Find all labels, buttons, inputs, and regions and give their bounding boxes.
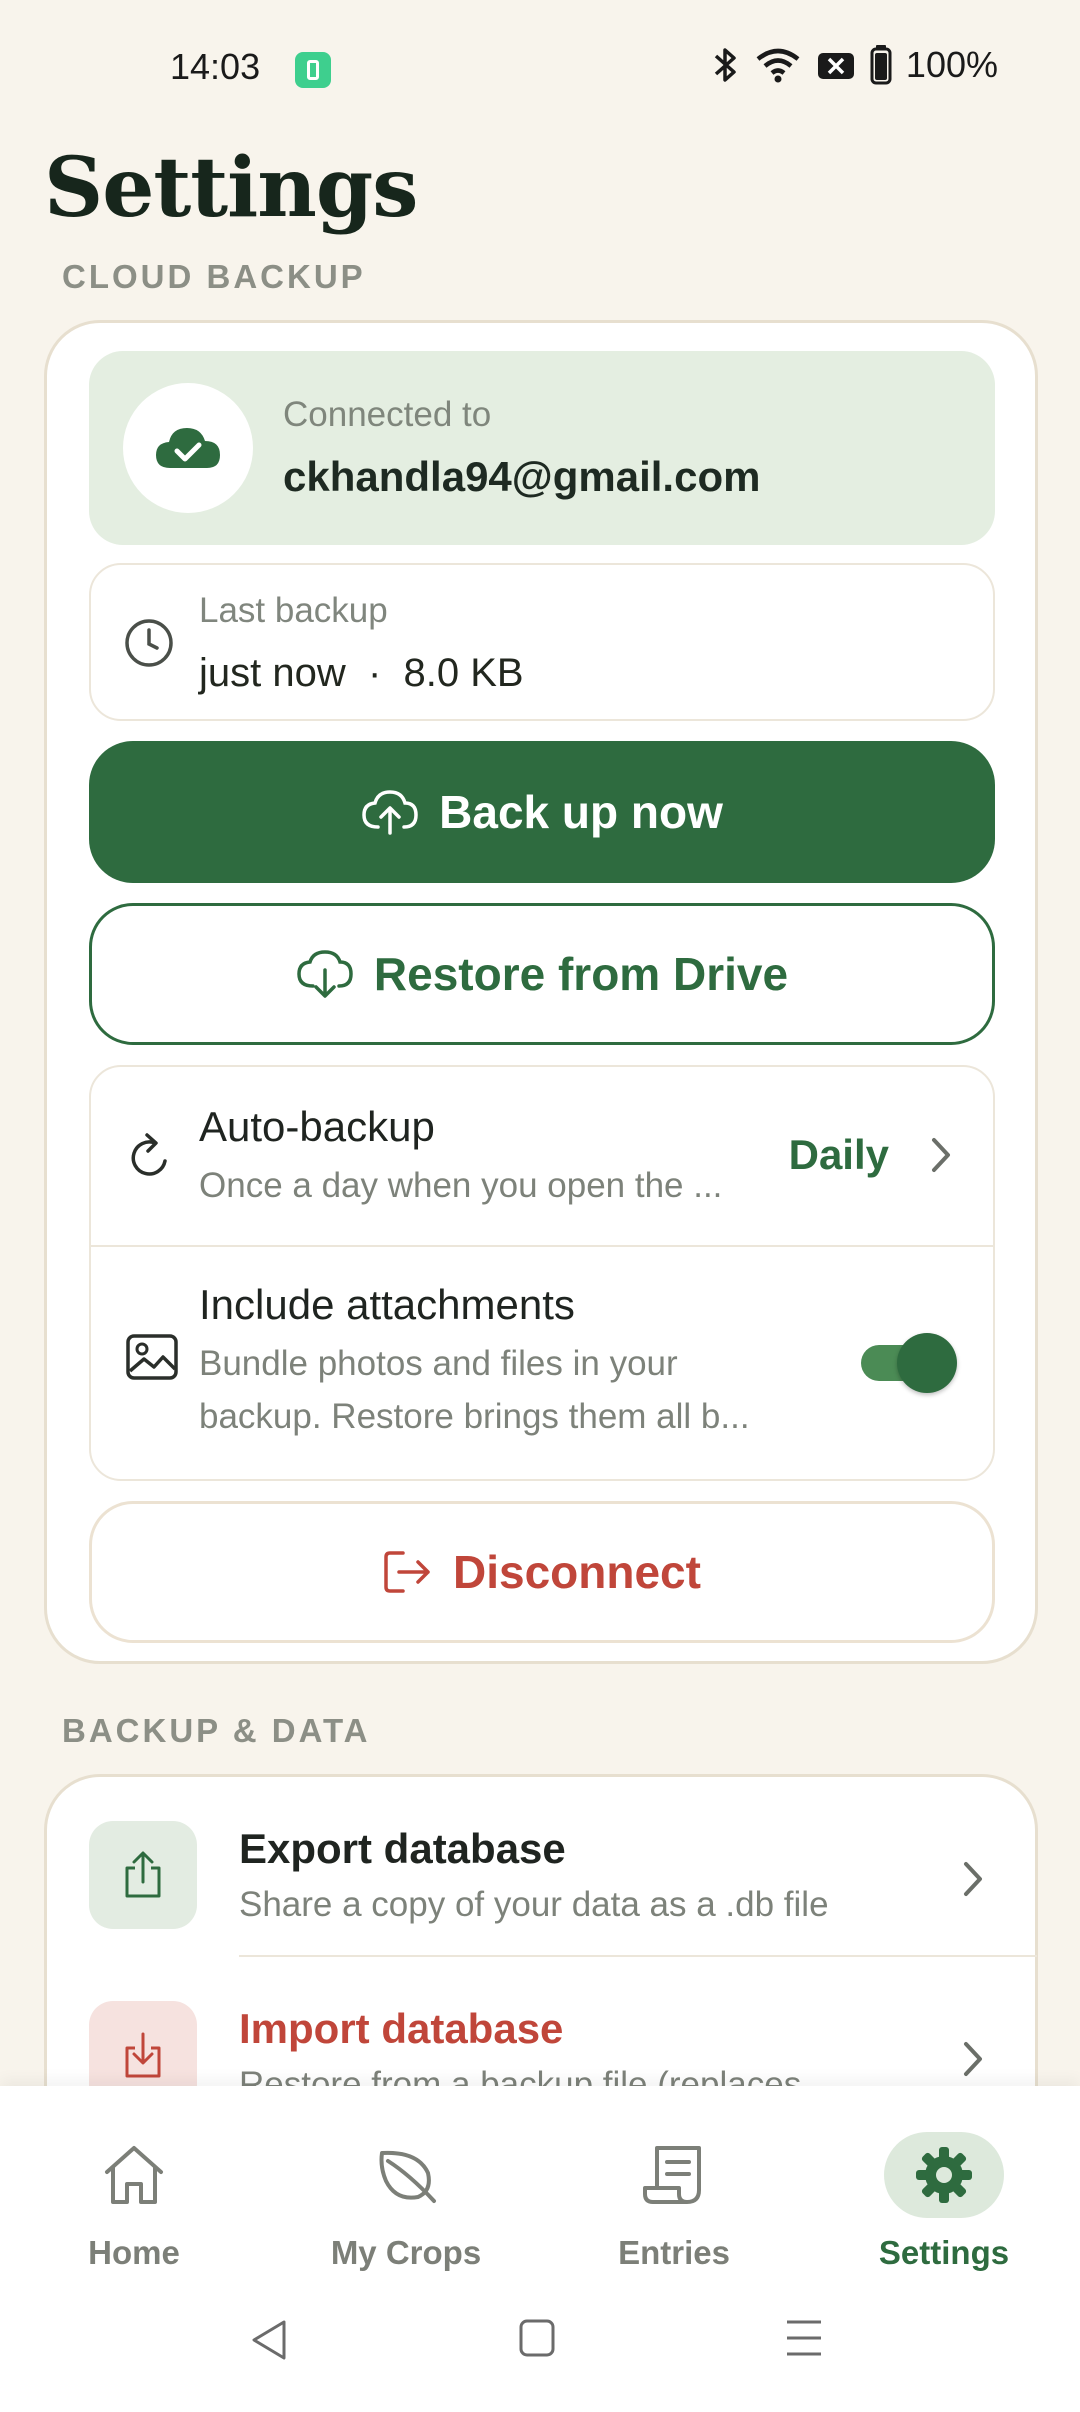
back-icon[interactable] — [250, 2318, 288, 2362]
last-backup-label: Last backup — [199, 591, 388, 630]
restore-from-drive-label: Restore from Drive — [373, 948, 789, 1000]
chevron-right-icon — [964, 2042, 982, 2076]
last-backup-value: just now · 8.0 KB — [199, 651, 524, 695]
nav-my-crops-label: My Crops — [330, 2234, 482, 2271]
clock-icon — [125, 619, 173, 667]
backup-options: Auto-backup Once a day when you open the… — [89, 1065, 995, 1481]
logout-icon — [384, 1551, 430, 1593]
import-database-title: Import database — [239, 2005, 564, 2052]
nav-settings[interactable]: Settings — [834, 2132, 1054, 2272]
status-bar: 14:03 100% — [0, 0, 1080, 140]
section-label-backup-data: BACKUP & DATA — [62, 1712, 371, 1749]
auto-backup-frequency: Daily — [788, 1131, 889, 1178]
connected-label: Connected to — [283, 395, 492, 434]
home-icon — [74, 2132, 194, 2218]
cloud-upload-icon — [362, 790, 418, 835]
cloud-backup-card: Connected to ckhandla94@gmail.com Last b… — [44, 320, 1038, 1664]
restore-from-drive-button[interactable]: Restore from Drive — [89, 903, 995, 1045]
battery-percent: 100% — [905, 44, 998, 85]
include-attachments-description: Bundle photos and files in your backup. … — [199, 1344, 750, 1436]
nav-home[interactable]: Home — [24, 2132, 244, 2272]
chevron-right-icon — [964, 1862, 982, 1896]
bluetooth-icon — [714, 48, 736, 82]
section-label-cloud-backup: CLOUD BACKUP — [62, 258, 366, 295]
recents-icon[interactable] — [784, 2318, 824, 2358]
nav-settings-label: Settings — [878, 2234, 1010, 2271]
include-attachments-row: Include attachments Bundle photos and fi… — [91, 1247, 993, 1479]
export-database-description: Share a copy of your data as a .db file — [239, 1885, 829, 1924]
receipt-icon — [614, 2132, 734, 2218]
disconnect-button[interactable]: Disconnect — [89, 1501, 995, 1643]
chevron-right-icon — [932, 1138, 950, 1172]
wifi-icon — [756, 48, 800, 83]
refresh-icon — [131, 1133, 167, 1176]
nav-entries-label: Entries — [618, 2234, 730, 2271]
page-title: Settings — [44, 140, 418, 236]
nav-entries[interactable]: Entries — [564, 2132, 784, 2272]
bottom-navigation: Home My Crops Entries Settings — [0, 2086, 1080, 2412]
home-button-icon[interactable] — [518, 2318, 556, 2358]
gear-icon — [884, 2132, 1004, 2218]
toggle-thumb — [897, 1333, 957, 1393]
back-up-now-button[interactable]: Back up now — [89, 741, 995, 883]
include-attachments-toggle[interactable] — [861, 1333, 957, 1393]
last-backup-info: Last backup just now · 8.0 KB — [89, 563, 995, 721]
nav-my-crops[interactable]: My Crops — [296, 2132, 516, 2272]
cloud-check-icon — [123, 383, 253, 513]
connected-account: Connected to ckhandla94@gmail.com — [89, 351, 995, 545]
upload-icon — [89, 1821, 197, 1929]
account-email: ckhandla94@gmail.com — [283, 453, 761, 500]
auto-backup-title: Auto-backup — [199, 1103, 435, 1150]
cloud-download-icon — [297, 950, 353, 998]
auto-backup-row[interactable]: Auto-backup Once a day when you open the… — [91, 1067, 993, 1247]
system-navigation-bar — [0, 2318, 1080, 2378]
back-up-now-label: Back up now — [439, 786, 723, 838]
app-notification-icon — [295, 52, 331, 88]
status-time: 14:03 — [170, 46, 261, 87]
disconnect-label: Disconnect — [453, 1546, 701, 1598]
image-icon — [126, 1334, 178, 1380]
signal-off-icon — [817, 53, 854, 79]
export-database-row[interactable]: Export database Share a copy of your dat… — [47, 1777, 1037, 1957]
export-database-title: Export database — [239, 1825, 566, 1872]
battery-icon — [870, 45, 892, 85]
include-attachments-title: Include attachments — [199, 1281, 575, 1328]
nav-home-label: Home — [88, 2234, 180, 2271]
auto-backup-description: Once a day when you open the ... — [199, 1166, 723, 1205]
status-icons: 100% — [712, 44, 998, 86]
leaf-icon — [346, 2132, 466, 2218]
